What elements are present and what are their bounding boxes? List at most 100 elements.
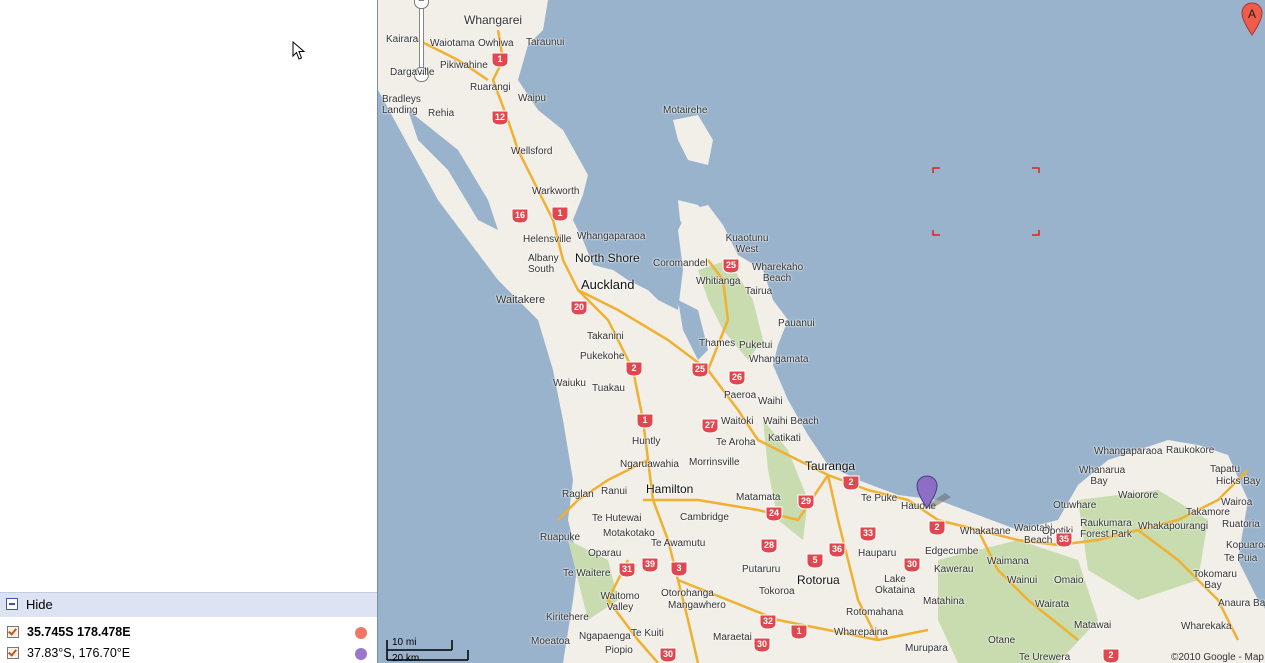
city-label: Pauanui: [778, 318, 815, 329]
city-label: Whangaparaoa: [577, 231, 646, 242]
hide-label[interactable]: Hide: [26, 597, 53, 612]
highway-shield: 28: [760, 538, 778, 554]
city-label: Whangaparaoa: [1094, 446, 1163, 457]
city-label: Waihi Beach: [763, 416, 819, 427]
city-label: Helensville: [523, 234, 572, 245]
zoom-in-button[interactable]: −: [414, 0, 429, 9]
map-marker-a-icon[interactable]: A: [1241, 2, 1263, 36]
city-label: Tokoroa: [759, 586, 795, 597]
location-label: 35.745S 178.478E: [27, 625, 131, 639]
city-label: Te Hutewai: [592, 513, 642, 524]
city-label: Oparau: [588, 548, 622, 559]
hide-bar[interactable]: Hide: [0, 592, 377, 617]
highway-shield: 26: [728, 370, 746, 386]
city-label: Waiotama: [430, 38, 475, 49]
highway-shield: 39: [641, 557, 659, 573]
city-label: Whangamata: [749, 354, 809, 365]
city-label: Ruarangi: [470, 82, 511, 93]
location-checkbox[interactable]: [7, 626, 19, 638]
city-label: Kawerau: [934, 564, 974, 575]
highway-shield: 2: [842, 475, 860, 491]
city-label: Wharekaho Beach: [752, 262, 804, 284]
highway-shield: 25: [691, 362, 709, 378]
map-copyright: ©2010 Google - Map data ©2010 MapData Sc…: [1171, 652, 1265, 663]
city-label: Motakotako: [603, 528, 655, 539]
selection-box: [932, 167, 1040, 236]
highway-shield: 35: [1055, 532, 1073, 548]
city-label: Whakatane: [960, 526, 1011, 537]
highway-shield: 12: [491, 110, 509, 126]
city-label: Omaio: [1054, 575, 1084, 586]
city-label: Moeatoa: [531, 636, 570, 647]
city-label: Matawai: [1074, 620, 1112, 631]
city-label: Wellsford: [511, 146, 553, 157]
highway-shield: 27: [701, 418, 719, 434]
city-label: Waimana: [987, 556, 1029, 567]
map-view[interactable]: − − Whangarei Kairara Waiotama Owhiwa Ta…: [377, 0, 1265, 663]
city-label: Wairata: [1035, 599, 1070, 610]
city-label: Edgecumbe: [925, 546, 979, 557]
highway-shield: 30: [659, 647, 677, 663]
city-label: Ngapaenga: [579, 631, 631, 642]
city-label: Raukokore: [1166, 445, 1215, 456]
collapse-icon[interactable]: [6, 598, 18, 610]
city-label: Waitomo Valley: [600, 591, 640, 613]
city-label: Te Puke: [861, 493, 898, 504]
city-label: Raukumara Forest Park: [1080, 518, 1132, 540]
city-label: Te Urewera: [1019, 652, 1071, 663]
city-label: Bradleys Landing: [382, 94, 421, 116]
city-label: Waitoki: [721, 416, 754, 427]
city-label: Dargaville: [390, 67, 435, 78]
highway-shield: 30: [753, 637, 771, 653]
map-marker-b-icon[interactable]: [915, 475, 955, 511]
city-label: Pukekohe: [580, 351, 625, 362]
city-label: Te Aroha: [716, 437, 756, 448]
city-label: Kairara: [386, 34, 419, 45]
sidebar: Hide 35.745S 178.478E 37.83°S, 176.70°E: [0, 0, 377, 663]
city-label: Putaruru: [742, 564, 781, 575]
city-label: Paeroa: [724, 390, 757, 401]
city-label: Lake Okataina: [875, 574, 916, 596]
city-label: Kiritehere: [546, 612, 589, 623]
highway-shield: 1: [790, 624, 808, 640]
highway-shield: 30: [903, 557, 921, 573]
city-label: Te Waitere: [563, 568, 611, 579]
city-label: Tairua: [745, 286, 773, 297]
city-label: Rotomahana: [846, 607, 904, 618]
highway-shield: 1: [491, 52, 509, 68]
city-label: Albany South: [528, 253, 559, 275]
highway-shield: 2: [1102, 648, 1120, 663]
zoom-track[interactable]: [419, 4, 424, 76]
city-label: Warkworth: [532, 186, 580, 197]
city-label: Rehia: [428, 108, 455, 119]
city-label: Wharepaina: [834, 627, 888, 638]
city-label: Te Awamutu: [651, 538, 706, 549]
city-label: Waiorore: [1118, 490, 1159, 501]
location-row[interactable]: 37.83°S, 176.70°E: [0, 643, 377, 663]
highway-shield: 3: [670, 561, 688, 577]
scale-bar: 10 mi 20 km: [386, 637, 476, 663]
highway-shield: 5: [806, 553, 824, 569]
highway-shield: 31: [618, 562, 636, 578]
highway-shield: 33: [859, 526, 877, 542]
city-label: Puketui: [739, 340, 773, 351]
highway-shield: 1: [551, 206, 569, 222]
city-label: Whangarei: [464, 13, 523, 27]
city-label: Kuaotunu West: [725, 233, 769, 255]
city-label: Maraetai: [713, 632, 752, 643]
location-checkbox[interactable]: [7, 647, 19, 659]
city-label: Takamore: [1186, 507, 1230, 518]
city-label: Morrinsville: [689, 457, 740, 468]
city-label: Wharekaka: [1181, 621, 1232, 632]
city-label: Motairehe: [663, 105, 708, 116]
city-label: Takanini: [587, 331, 624, 342]
highway-shield: 29: [797, 494, 815, 510]
highway-shield: 32: [759, 614, 777, 630]
location-row[interactable]: 35.745S 178.478E: [0, 622, 377, 642]
highway-shield: 25: [722, 258, 740, 274]
city-label: Waiuku: [553, 378, 586, 389]
city-label: Tauranga: [805, 459, 856, 473]
city-label: Owhiwa: [478, 38, 514, 49]
city-label: North Shore: [575, 251, 640, 265]
city-label: Pikiwahine: [440, 60, 488, 71]
